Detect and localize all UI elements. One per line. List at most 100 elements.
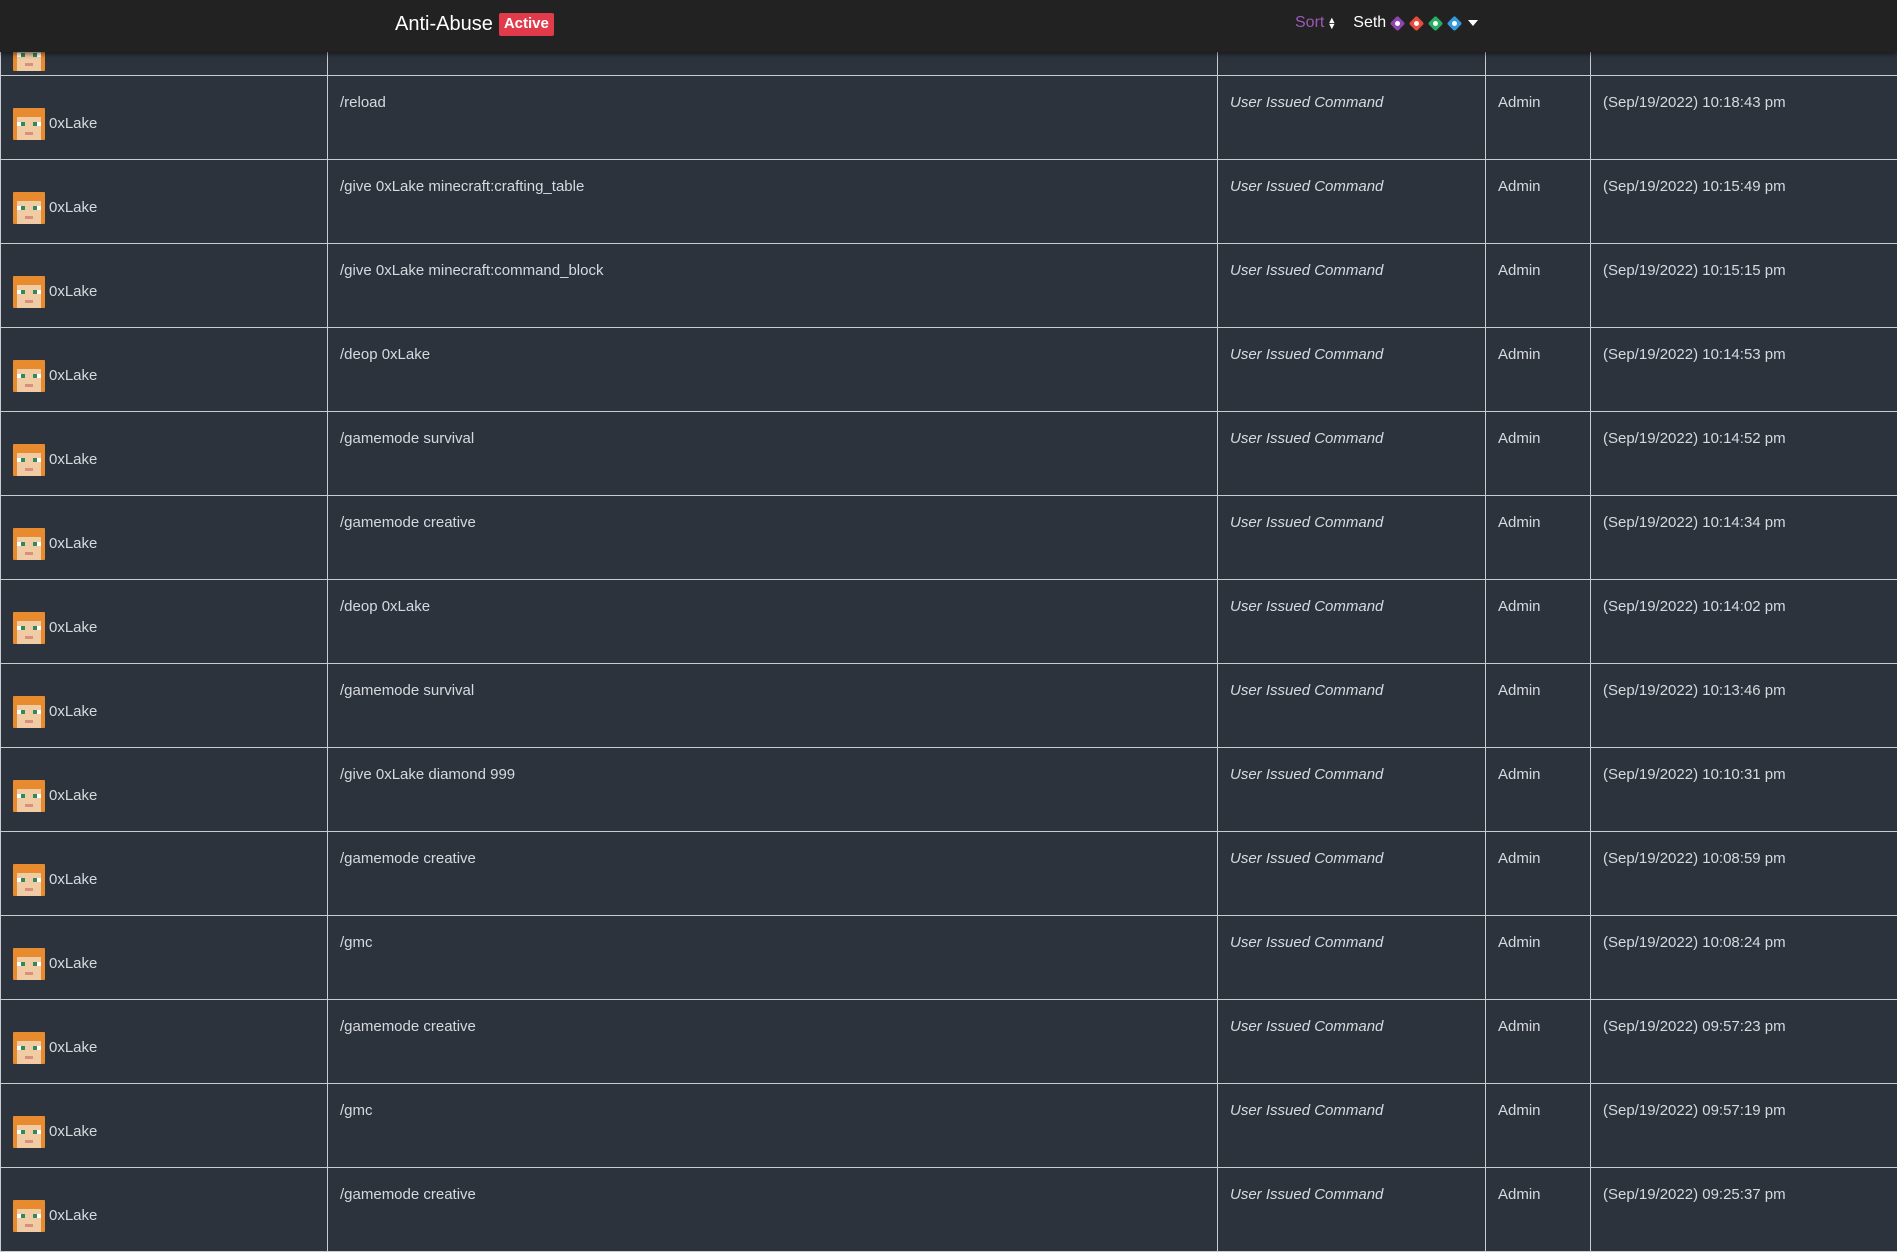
type-cell: User Issued Command [1218, 1000, 1486, 1084]
player-head-avatar [13, 948, 45, 980]
type-cell: User Issued Command [1218, 1084, 1486, 1168]
navbar-right: Sort ▲▼ Seth [1295, 14, 1478, 32]
player-cell: 0xLake [1, 580, 328, 664]
chevron-down-icon [1468, 20, 1478, 26]
user-menu[interactable]: Seth [1353, 14, 1478, 32]
sort-button[interactable]: Sort ▲▼ [1295, 14, 1336, 32]
player-head-avatar [13, 528, 45, 560]
table-row: 0xLake/deop 0xLakeUser Issued CommandAdm… [1, 580, 1897, 664]
command-log-table-area: 0xLake/reloadUser Issued CommandAdmin(Se… [0, 0, 1897, 1006]
player-name: 0xLake [49, 787, 97, 804]
player-cell: 0xLake [1, 1084, 328, 1168]
player-name: 0xLake [49, 367, 97, 384]
table-row: 0xLake/reloadUser Issued CommandAdmin(Se… [1, 76, 1897, 160]
table-row: 0xLake/give 0xLake minecraft:crafting_ta… [1, 160, 1897, 244]
command-cell: /gamemode creative [328, 496, 1218, 580]
player-cell: 0xLake [1, 244, 328, 328]
time-cell: (Sep/19/2022) 10:14:53 pm [1591, 328, 1897, 412]
player-name: 0xLake [49, 199, 97, 216]
player-info[interactable]: 0xLake [13, 516, 315, 560]
type-cell: User Issued Command [1218, 160, 1486, 244]
role-cell: Admin [1486, 580, 1591, 664]
player-cell: 0xLake [1, 748, 328, 832]
time-cell: (Sep/19/2022) 10:15:49 pm [1591, 160, 1897, 244]
command-cell: /gamemode creative [328, 1000, 1218, 1084]
type-cell: User Issued Command [1218, 580, 1486, 664]
player-name: 0xLake [49, 115, 97, 132]
status-badge: Active [499, 13, 554, 36]
player-name: 0xLake [49, 451, 97, 468]
type-cell: User Issued Command [1218, 832, 1486, 916]
time-cell: (Sep/19/2022) 10:14:34 pm [1591, 496, 1897, 580]
time-cell: (Sep/19/2022) 10:15:15 pm [1591, 244, 1897, 328]
time-cell: (Sep/19/2022) 10:08:59 pm [1591, 832, 1897, 916]
type-cell: User Issued Command [1218, 916, 1486, 1000]
command-cell: /gamemode survival [328, 664, 1218, 748]
type-cell: User Issued Command [1218, 412, 1486, 496]
time-cell: (Sep/19/2022) 09:57:23 pm [1591, 1000, 1897, 1084]
player-name: 0xLake [49, 1207, 97, 1224]
player-head-avatar [13, 864, 45, 896]
player-info[interactable]: 0xLake [13, 180, 315, 224]
command-cell: /gmc [328, 916, 1218, 1000]
player-name: 0xLake [49, 871, 97, 888]
player-name: 0xLake [49, 283, 97, 300]
player-info[interactable]: 0xLake [13, 96, 315, 140]
role-cell: Admin [1486, 1084, 1591, 1168]
time-cell: (Sep/19/2022) 09:25:37 pm [1591, 1168, 1897, 1252]
player-cell: 0xLake [1, 832, 328, 916]
command-cell: /reload [328, 76, 1218, 160]
command-log-table: 0xLake/reloadUser Issued CommandAdmin(Se… [0, 6, 1897, 1252]
table-row: 0xLake/gamemode creativeUser Issued Comm… [1, 832, 1897, 916]
role-cell: Admin [1486, 916, 1591, 1000]
player-head-avatar [13, 108, 45, 140]
blue-diamond-gem-icon [1447, 16, 1462, 31]
role-cell: Admin [1486, 160, 1591, 244]
player-info[interactable]: 0xLake [13, 348, 315, 392]
table-row: 0xLake/gamemode creativeUser Issued Comm… [1, 496, 1897, 580]
player-name: 0xLake [49, 1039, 97, 1056]
player-info[interactable]: 0xLake [13, 432, 315, 476]
table-row: 0xLake/gamemode creativeUser Issued Comm… [1, 1000, 1897, 1084]
player-head-avatar [13, 1032, 45, 1064]
table-row: 0xLake/gmcUser Issued CommandAdmin(Sep/1… [1, 1084, 1897, 1168]
role-cell: Admin [1486, 664, 1591, 748]
player-info[interactable]: 0xLake [13, 1104, 315, 1148]
player-info[interactable]: 0xLake [13, 1188, 315, 1232]
command-cell: /give 0xLake minecraft:crafting_table [328, 160, 1218, 244]
role-cell: Admin [1486, 328, 1591, 412]
player-cell: 0xLake [1, 664, 328, 748]
player-name: 0xLake [49, 535, 97, 552]
sort-label: Sort [1295, 14, 1324, 32]
time-cell: (Sep/19/2022) 10:14:52 pm [1591, 412, 1897, 496]
time-cell: (Sep/19/2022) 09:57:19 pm [1591, 1084, 1897, 1168]
player-info[interactable]: 0xLake [13, 600, 315, 644]
green-diamond-search-icon [1428, 16, 1443, 31]
player-info[interactable]: 0xLake [13, 264, 315, 308]
type-cell: User Issued Command [1218, 496, 1486, 580]
player-info[interactable]: 0xLake [13, 768, 315, 812]
role-cell: Admin [1486, 1000, 1591, 1084]
type-cell: User Issued Command [1218, 1168, 1486, 1252]
command-cell: /give 0xLake minecraft:command_block [328, 244, 1218, 328]
table-row: 0xLake/deop 0xLakeUser Issued CommandAdm… [1, 328, 1897, 412]
command-cell: /gamemode creative [328, 832, 1218, 916]
page-title: Anti-Abuse [395, 13, 493, 36]
player-head-avatar [13, 1116, 45, 1148]
role-cell: Admin [1486, 76, 1591, 160]
table-row: 0xLake/gamemode creativeUser Issued Comm… [1, 1168, 1897, 1252]
player-info[interactable]: 0xLake [13, 684, 315, 728]
command-cell: /gamemode creative [328, 1168, 1218, 1252]
type-cell: User Issued Command [1218, 664, 1486, 748]
command-cell: /give 0xLake diamond 999 [328, 748, 1218, 832]
player-info[interactable]: 0xLake [13, 852, 315, 896]
player-info[interactable]: 0xLake [13, 936, 315, 980]
command-cell: /gmc [328, 1084, 1218, 1168]
player-cell: 0xLake [1, 916, 328, 1000]
table-row: 0xLake/gamemode survivalUser Issued Comm… [1, 664, 1897, 748]
player-info[interactable]: 0xLake [13, 1020, 315, 1064]
player-cell: 0xLake [1, 1168, 328, 1252]
player-head-avatar [13, 444, 45, 476]
role-cell: Admin [1486, 244, 1591, 328]
brand[interactable]: Anti-Abuse Active [395, 13, 554, 36]
